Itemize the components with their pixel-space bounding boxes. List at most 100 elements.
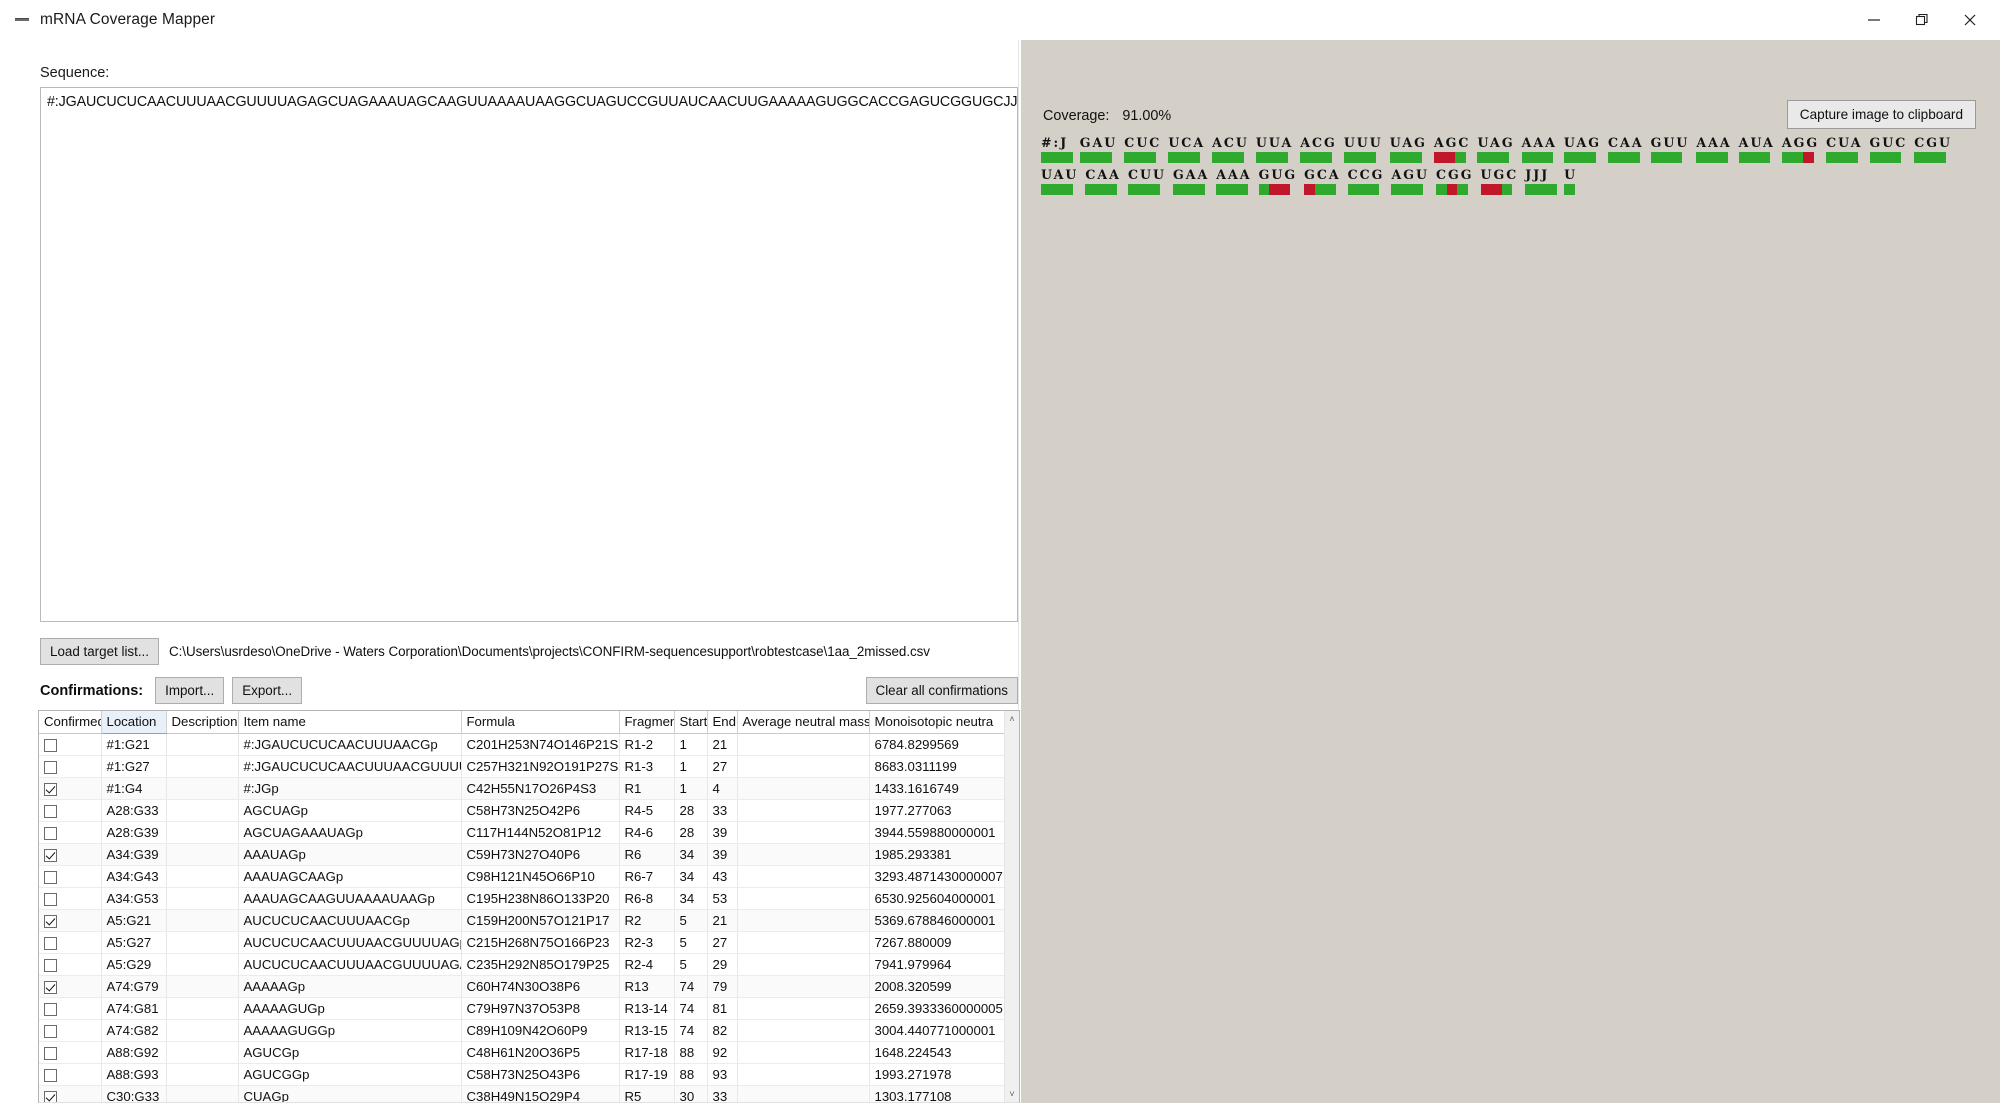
checkbox-unchecked[interactable]	[44, 1024, 57, 1038]
column-header-item-name[interactable]: Item name	[238, 711, 462, 734]
checkbox-unchecked[interactable]	[44, 760, 57, 774]
table-row[interactable]: A28:G33 AGCUAGp C58H73N25O42P6 R4-5 28 33 1977…	[39, 799, 1004, 822]
coverage-codon: UAG	[1563, 136, 1601, 163]
cell-confirmed[interactable]	[39, 821, 102, 844]
cell-confirmed[interactable]	[39, 931, 102, 954]
table-row[interactable]: C30:G33 CUAGp C38H49N15O29P4 R5 30 33 1303.177…	[39, 1085, 1004, 1102]
load-target-row: Load target list... C:\Users\usrdeso\One…	[40, 638, 930, 666]
checkbox-unchecked[interactable]	[44, 1046, 57, 1060]
checkbox-unchecked[interactable]	[44, 826, 57, 840]
cell-confirmed[interactable]	[39, 909, 102, 932]
checkbox-unchecked[interactable]	[44, 738, 57, 752]
cell-start: 28	[674, 821, 708, 844]
coverage-panel: Capture image to clipboard Coverage: 91.…	[1021, 40, 2000, 1103]
clear-all-confirmations-button[interactable]: Clear all confirmations	[865, 677, 1018, 705]
checkbox-unchecked[interactable]	[44, 892, 57, 906]
column-header-end[interactable]: End	[707, 711, 738, 734]
cell-description	[166, 777, 239, 800]
checkbox-checked[interactable]	[44, 914, 57, 928]
coverage-codon: AGU	[1391, 168, 1429, 195]
table-row[interactable]: A28:G39 AGCUAGAAAUAGp C117H144N52O81P12 R4-…	[39, 821, 1004, 844]
table-row[interactable]: A5:G29 AUCUCUCAACUUUAACGUUUUAGAGpC235H292…	[39, 953, 1004, 976]
load-target-list-button[interactable]: Load target list...	[40, 638, 159, 666]
table-row[interactable]: A74:G81 AAAAAGUGp C79H97N37O53P8 R13-14 74 81…	[39, 997, 1004, 1020]
cell-monoisotopic-neutral-mass: 1993.271978	[869, 1063, 1004, 1086]
cell-confirmed[interactable]	[39, 953, 102, 976]
checkbox-unchecked[interactable]	[44, 1068, 57, 1082]
column-header-fragment[interactable]: Fragment	[619, 711, 675, 734]
column-header-start[interactable]: Start	[674, 711, 708, 734]
coverage-block-covered	[1542, 152, 1554, 163]
table-body: #1:G21 #:JGAUCUCUCAACUUUAACGp C201H253N74O…	[39, 733, 1004, 1102]
table-row[interactable]: A88:G92 AGUCGp C48H61N20O36P5 R17-18 88 92 164…	[39, 1041, 1004, 1064]
coverage-block-covered	[1041, 184, 1052, 195]
cell-confirmed[interactable]	[39, 865, 102, 888]
column-header-confirmed[interactable]: Confirmed	[39, 711, 102, 734]
table-row[interactable]: #1:G4 #:JGp C42H55N17O26P4S3 R1 1 4 1433.16167…	[39, 777, 1004, 800]
cell-item-name: #:JGp	[238, 777, 462, 800]
column-header-location[interactable]: Location	[101, 711, 167, 734]
checkbox-unchecked[interactable]	[44, 936, 57, 950]
vertical-scroll-track[interactable]	[1004, 727, 1019, 1086]
scroll-down-icon[interactable]: ˅	[1004, 1086, 1019, 1102]
checkbox-checked[interactable]	[44, 848, 57, 862]
column-header-formula[interactable]: Formula	[461, 711, 620, 734]
minimize-button[interactable]	[1850, 0, 1898, 40]
codon-blocks	[1172, 184, 1209, 195]
scroll-up-icon[interactable]: ˄	[1004, 711, 1019, 727]
coverage-codon: UAG	[1477, 136, 1514, 163]
cell-confirmed[interactable]	[39, 777, 102, 800]
checkbox-unchecked[interactable]	[44, 958, 57, 972]
checkbox-checked[interactable]	[44, 980, 57, 994]
export-button[interactable]: Export...	[232, 677, 303, 705]
import-button[interactable]: Import...	[155, 677, 225, 705]
cell-confirmed[interactable]	[39, 1019, 102, 1042]
table-row[interactable]: A34:G43 AAAUAGCAAGp C98H121N45O66P10 R6-7 34…	[39, 865, 1004, 888]
cell-confirmed[interactable]	[39, 1063, 102, 1086]
codon-blocks	[1650, 152, 1690, 163]
cell-confirmed[interactable]	[39, 755, 102, 778]
table-row[interactable]: A74:G82 AAAAAGUGGp C89H109N42O60P9 R13-15 74…	[39, 1019, 1004, 1042]
codon-blocks	[1391, 184, 1429, 195]
maximize-restore-button[interactable]	[1898, 0, 1946, 40]
cell-confirmed[interactable]	[39, 1041, 102, 1064]
cell-location: A88:G92	[101, 1041, 167, 1064]
table-row[interactable]: #1:G27 #:JGAUCUCUCAACUUUAACGUUUUAGpC257H3…	[39, 755, 1004, 778]
coverage-block-covered	[1062, 184, 1073, 195]
table-row[interactable]: A5:G21 AUCUCUCAACUUUAACGp C159H200N57O121P…	[39, 909, 1004, 932]
codon-blocks	[1216, 184, 1251, 195]
cell-confirmed[interactable]	[39, 733, 102, 756]
confirmations-row: Confirmations: Import... Export... Clear…	[40, 677, 1018, 705]
checkbox-checked[interactable]	[44, 1090, 57, 1102]
cell-description	[166, 953, 239, 976]
capture-image-to-clipboard-button[interactable]: Capture image to clipboard	[1786, 100, 1976, 129]
table-row[interactable]: A74:G79 AAAAAGp C60H74N30O38P6 R13 74 79 2008.…	[39, 975, 1004, 998]
table-row[interactable]: A34:G39 AAAUAGp C59H73N27O40P6 R6 34 39 1985.2…	[39, 843, 1004, 866]
cell-end: 93	[707, 1063, 738, 1086]
table-row[interactable]: A5:G27 AUCUCUCAACUUUAACGUUUUAGp C215H268N7…	[39, 931, 1004, 954]
column-header-description[interactable]: Description	[166, 711, 239, 734]
cell-confirmed[interactable]	[39, 887, 102, 910]
codon-letters: UGC	[1480, 167, 1519, 182]
cell-confirmed[interactable]	[39, 975, 102, 998]
cell-confirmed[interactable]	[39, 1085, 102, 1102]
cell-monoisotopic-neutral-mass: 1433.1616749	[869, 777, 1004, 800]
table-row[interactable]: A34:G53 AAAUAGCAAGUUAAAAUAAGp C195H238N86O…	[39, 887, 1004, 910]
checkbox-unchecked[interactable]	[44, 1002, 57, 1016]
cell-confirmed[interactable]	[39, 799, 102, 822]
coverage-block-covered	[1410, 152, 1422, 163]
table-row[interactable]: #1:G21 #:JGAUCUCUCAACUUUAACGp C201H253N74O…	[39, 733, 1004, 756]
cell-confirmed[interactable]	[39, 997, 102, 1020]
close-button[interactable]	[1946, 0, 1994, 40]
checkbox-unchecked[interactable]	[44, 870, 57, 884]
column-header-monoisotopic-neutral-mass[interactable]: Monoisotopic neutra	[869, 711, 1004, 734]
table-row[interactable]: A88:G93 AGUCGGp C58H73N25O43P6 R17-19 88 93 19…	[39, 1063, 1004, 1086]
sequence-input[interactable]: #:JGAUCUCUCAACUUUAACGUUUUAGAGCUAGAAAUAGC…	[40, 87, 1018, 622]
vertical-scrollbar[interactable]: ˄ ˅	[1004, 711, 1019, 1102]
cell-confirmed[interactable]	[39, 843, 102, 866]
checkbox-unchecked[interactable]	[44, 804, 57, 818]
cell-average-neutral-mass	[737, 953, 870, 976]
codon-letters: UAG	[1477, 135, 1515, 150]
column-header-average-neutral-mass[interactable]: Average neutral mass	[737, 711, 870, 734]
checkbox-checked[interactable]	[44, 782, 57, 796]
